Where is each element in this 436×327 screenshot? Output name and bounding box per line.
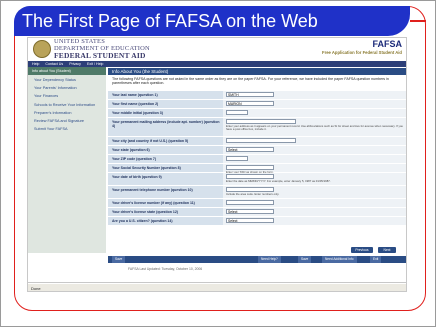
department-seal-icon [33,40,51,58]
form-row: Your permanent mailing address (include … [108,118,406,137]
sidebar-item[interactable]: Your Dependency Status [28,75,106,83]
form-intro: The following FAFSA questions are not as… [112,77,389,86]
field-label: Your ZIP code (question 7) [108,155,223,163]
field-value-cell [223,109,406,117]
sidebar: Info about You (Student) Your Dependency… [28,67,106,253]
field-label: Your permanent telephone number (questio… [108,186,223,198]
title-accent-line [410,20,426,22]
form-row: Your city (and country if not U.S.) (que… [108,137,406,146]
form-row: Your permanent telephone number (questio… [108,186,406,199]
form-row: Your date of birth (question 9) Enter the… [108,173,406,186]
field-label: Your last name (question 1) [108,91,223,99]
field-hint: Enter your address as it appears on your… [226,124,403,132]
field-value-cell: Enter your address as it appears on your… [223,118,406,136]
field-label: Your city (and country if not U.S.) (que… [108,137,223,145]
field-value-cell: Select [223,217,406,225]
footer-link[interactable]: Exit [370,256,382,263]
form-row: Your Social Security Number (question 8)… [108,164,406,174]
field-select[interactable]: Select [226,218,274,223]
form-row: Your state (question 6) Select [108,146,406,155]
field-label: Are you a U.S. citizen? (question 14) [108,217,223,225]
field-value-cell: Include the area code. Enter numbers onl… [223,186,406,198]
field-label: Your middle initial (question 3) [108,109,223,117]
top-nav-link[interactable]: Privacy [69,62,81,66]
sidebar-item[interactable]: Submit Your FAFSA [28,124,106,132]
last-updated-note: FAFSA Last Updated: Tuesday, October 10,… [128,267,203,271]
field-value-cell [223,137,406,145]
form-row: Are you a U.S. citizen? (question 14) Sel… [108,217,406,226]
field-label: Your first name (question 2) [108,100,223,108]
form-row: Your first name (question 2) MARION [108,100,406,109]
form-row: Your last name (question 1) SMITH [108,91,406,100]
form-row: Your ZIP code (question 7) [108,155,406,164]
field-value-cell: Enter your SSN as shown on the form. [223,164,406,174]
footer-link[interactable]: Need Help? [258,256,281,263]
field-input[interactable] [226,200,274,205]
field-label: Your date of birth (question 9) [108,173,223,185]
fafsa-tagline: Free Application for Federal Student Aid [322,50,402,55]
field-select[interactable]: Select [226,147,274,152]
field-value-cell: SMITH [223,91,406,99]
sidebar-active-item[interactable]: Info about You (Student) [28,67,106,75]
field-label: Your driver's license state (question 12… [108,208,223,216]
field-input[interactable] [226,138,296,143]
field-value-cell [223,199,406,207]
field-value-cell: Select [223,146,406,154]
field-label: Your driver's license number (if any) (q… [108,199,223,207]
field-select[interactable]: Select [226,209,274,214]
field-value-cell: Enter the date as MM/DD/YYYY. For exampl… [223,173,406,185]
form-row: Your middle initial (question 3) [108,109,406,118]
agency-line-3: FEDERAL STUDENT AID [54,50,146,60]
field-label: Your permanent mailing address (include … [108,118,223,136]
sidebar-item[interactable]: Review FAFSA and Signature [28,116,106,124]
site-header: UNITED STATES DEPARTMENT OF EDUCATION FE… [28,38,406,61]
slide-title: The First Page of FAFSA on the Web [14,6,410,36]
top-nav-link[interactable]: Help [32,62,39,66]
top-nav-link[interactable]: Exit / Help [87,62,103,66]
agency-name: UNITED STATES DEPARTMENT OF EDUCATION FE… [54,38,150,60]
field-hint: Enter the date as MM/DD/YYYY. For exampl… [226,179,331,183]
sidebar-item[interactable]: Your Parents' Information [28,83,106,91]
fafsa-logo: FAFSA [372,39,402,49]
footer-link[interactable]: Need Additional Info [322,256,357,263]
field-input[interactable]: SMITH [226,92,274,97]
field-label: Your Social Security Number (question 8) [108,164,223,172]
sidebar-item[interactable]: Schools to Receive Your Information [28,100,106,108]
sidebar-item[interactable]: Your Finances [28,91,106,99]
sidebar-item[interactable]: Preparer's Information [28,108,106,116]
browser-status-bar: Done [28,284,406,291]
footer-bar: Save Need Help? Save Need Additional Info Ex… [108,256,406,263]
form-row: Your driver's license number (if any) (q… [108,199,406,208]
footer-link[interactable]: Save [112,256,126,263]
top-nav-link[interactable]: Contact Us [45,62,63,66]
form-title: Info About You (the Student) [108,68,406,75]
form-row: Your driver's license state (question 12… [108,208,406,217]
fafsa-screenshot: UNITED STATES DEPARTMENT OF EDUCATION FE… [27,37,407,292]
next-button[interactable]: Next [378,247,396,253]
field-value-cell: MARION [223,100,406,108]
previous-button[interactable]: Previous [351,247,373,253]
footer-link[interactable]: Save [298,256,312,263]
main-form: Info About You (the Student) The followi… [108,68,406,226]
field-label: Your state (question 6) [108,146,223,154]
field-value-cell: Select [223,208,406,216]
field-input[interactable] [226,156,248,161]
divider [28,282,406,283]
field-input[interactable]: MARION [226,101,274,106]
field-hint: Include the area code. Enter numbers onl… [226,192,280,196]
field-input[interactable] [226,110,248,115]
field-value-cell [223,155,406,163]
